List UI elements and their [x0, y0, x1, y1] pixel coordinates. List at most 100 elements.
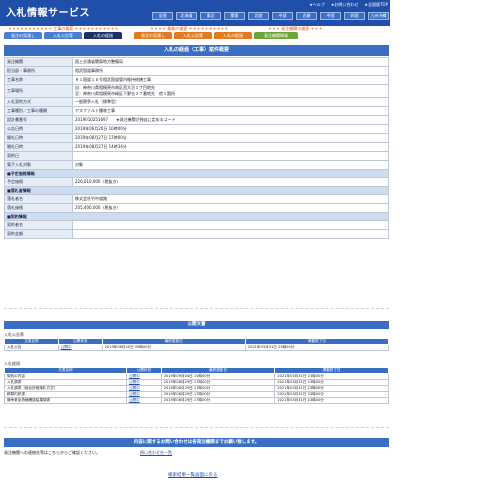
- row-value: 相武国道事務所: [72, 66, 389, 76]
- main-tabs: 発注の見通し 入札公告等 入札の経過 発注の見通し 入札公告等 入札の経過 発注機関情報: [4, 32, 298, 39]
- public-docs-title: 公開文書: [4, 321, 389, 329]
- summary-row: 開札日時 2019年08月27日 14時34分: [4, 142, 389, 152]
- summary-row: 落札者名 株式会社竹中道路: [4, 194, 389, 204]
- region-button[interactable]: 東北: [200, 12, 221, 20]
- row-value: 一般競争入札（標準型）: [72, 97, 389, 107]
- top-link[interactable]: ★全国版TOP: [364, 2, 388, 8]
- tab-3[interactable]: 入札の経過: [84, 32, 122, 39]
- summary-row: 工事名称 Ｒ１国道１６号相武国道管内維持修繕工事: [4, 75, 389, 85]
- doc-row: 入札公告 公開中 2019年06月20日 09時00分 2021年03月31日 23時…: [4, 344, 390, 351]
- row-label: 開札日時: [4, 133, 73, 143]
- row-label: 担当部・事務所: [4, 66, 73, 76]
- row-label: 契約者名: [4, 220, 73, 230]
- doc-updated: 2019年08月29日 17時00分: [160, 397, 276, 404]
- region-button[interactable]: 近畿: [296, 12, 317, 20]
- summary-row: 発注機関 国土交通省関東地方整備局: [4, 57, 389, 67]
- section-heading: ■予定価格情報: [4, 169, 389, 178]
- row-label: 工事名称: [4, 75, 73, 85]
- summary-row: 担当部・事務所 相武国道事務所: [4, 66, 389, 76]
- doc-row: 競争参加資格確認結果調書 公開中 2019年08月29日 17時00分 2021年03…: [4, 397, 389, 404]
- summary-row: 契約金額: [4, 229, 389, 239]
- row-value: 2019年08月27日 17時00分: [72, 133, 389, 143]
- section-row: ■契約情報: [4, 212, 389, 221]
- docs-table-progress: 文書名称 公開状況 最終更新日 掲載終了日 契約の内容 公開中 2019年09月04日 1…: [4, 367, 389, 404]
- row-value: [72, 220, 389, 230]
- row-value: 対象: [72, 160, 389, 170]
- summary-row: 工事種別／工事の種類 アスファルト舗装工事: [4, 106, 389, 116]
- region-button[interactable]: 北海道: [176, 12, 197, 20]
- summary-row: 契約者名: [4, 220, 389, 230]
- section-heading: ■契約情報: [4, 212, 389, 221]
- row-label: 落札者名: [4, 194, 73, 204]
- summary-row: 契約日: [4, 151, 389, 161]
- case-summary-table: 発注機関 国土交通省関東地方整備局 担当部・事務所 相武国道事務所 工事名称 Ｒ１国道１６…: [4, 57, 389, 239]
- row-value: 自：神奈川県相模原市南区西大沼１丁目地先 至：神奈川県相模原市緑区下野谷２７番地…: [72, 84, 389, 98]
- row-label: 契約日: [4, 151, 73, 161]
- doc-end: 2021年03月31日 23時00分: [244, 344, 390, 351]
- doc-name: 入札公告: [4, 344, 59, 351]
- doc-name: 競争参加資格確認結果調書: [4, 397, 127, 404]
- summary-row: 予定価格 226,010,000（税抜き）: [4, 177, 389, 187]
- summary-row: 公告日時 2019年06月20日 10時00分: [4, 124, 389, 134]
- row-label: 発注機関: [4, 57, 73, 67]
- page-title: 入札の経過（工事）案件概要: [4, 45, 389, 56]
- row-value: 226,010,000（税抜き）: [72, 177, 389, 187]
- doc-end: 2021年03月31日 23時00分: [274, 397, 389, 404]
- region-button[interactable]: 九州沖縄: [368, 12, 389, 20]
- region-button[interactable]: 関東: [224, 12, 245, 20]
- row-label: 公告日時: [4, 124, 73, 134]
- row-label: 電子入札対象: [4, 160, 73, 170]
- summary-row: 電子入札対象 対象: [4, 160, 389, 170]
- section-row: ■予定価格情報: [4, 169, 389, 178]
- row-label: 入札契約方式: [4, 97, 73, 107]
- tab-6[interactable]: 入札の経過: [214, 32, 252, 39]
- row-value: 2019年06月20日 10時00分: [72, 124, 389, 134]
- section-row: ■落札者情報: [4, 186, 389, 195]
- back-to-results-link[interactable]: 検索結果一覧画面に戻る: [168, 472, 218, 478]
- region-button[interactable]: 中国: [320, 12, 341, 20]
- region-button[interactable]: 四国: [344, 12, 365, 20]
- row-label: 工事種別／工事の種類: [4, 106, 73, 116]
- tab-5[interactable]: 入札公告等: [174, 32, 212, 39]
- row-value: 2019010251697 ★発注機関が独自に定めるコード: [72, 115, 389, 125]
- row-label: 落札価格: [4, 203, 73, 213]
- tab-4[interactable]: 発注の見通し: [134, 32, 172, 39]
- summary-row: 工事場所 自：神奈川県相模原市南区西大沼１丁目地先 至：神奈川県相模原市緑区下野谷…: [4, 84, 389, 98]
- top-link[interactable]: ★ヘルプ: [309, 2, 325, 8]
- row-label: 開札日時: [4, 142, 73, 152]
- section-heading: ■落札者情報: [4, 186, 389, 195]
- site-logo-title[interactable]: 入札情報サービス: [6, 4, 90, 19]
- row-value: 205,400,000（税抜き）: [72, 203, 389, 213]
- row-value: [72, 151, 389, 161]
- top-link[interactable]: ★お問い合わせ: [331, 2, 359, 8]
- row-label: 契約金額: [4, 229, 73, 239]
- summary-row: 入札契約方式 一般競争入札（標準型）: [4, 97, 389, 107]
- tab-1[interactable]: 発注の見通し: [4, 32, 42, 39]
- doc-updated: 2019年06月20日 09時00分: [101, 344, 246, 351]
- tab-7[interactable]: 発注機関情報: [254, 32, 298, 39]
- region-nav: 全国 北海道 東北 関東 北陸 中部 近畿 中国 四国 九州沖縄: [152, 12, 389, 20]
- docs-table-announcement: 文書名称 公開状況 最終更新日 掲載終了日 入札公告 公開中 2019年06月20日 09…: [4, 338, 390, 351]
- region-button[interactable]: 北陸: [248, 12, 269, 20]
- row-label: 予定価格: [4, 177, 73, 187]
- row-label: 工事場所: [4, 84, 73, 98]
- summary-row: 設計書番号 2019010251697 ★発注機関が独自に定めるコード: [4, 115, 389, 125]
- region-button[interactable]: 全国: [152, 12, 173, 20]
- summary-row: 開札日時 2019年08月27日 17時00分: [4, 133, 389, 143]
- region-button[interactable]: 中部: [272, 12, 293, 20]
- row-value: 2019年08月27日 14時34分: [72, 142, 389, 152]
- summary-row: 落札価格 205,400,000（税抜き）: [4, 203, 389, 213]
- row-value: 株式会社竹中道路: [72, 194, 389, 204]
- top-links: ★ヘルプ ★お問い合わせ ★全国版TOP: [309, 2, 388, 8]
- contact-list-link[interactable]: 問い合わせ先一覧: [140, 450, 172, 456]
- inquiry-notice: 内容に関するお問い合わせは各発注機関までお願い致します。: [4, 438, 389, 447]
- row-label: 設計書番号: [4, 115, 73, 125]
- row-value: Ｒ１国道１６号相武国道管内維持修繕工事: [72, 75, 389, 85]
- doc-status-link[interactable]: 公開中: [125, 397, 162, 404]
- tab-2[interactable]: 入札公告等: [44, 32, 82, 39]
- row-value: [72, 229, 389, 239]
- doc-status-link[interactable]: 公開中: [57, 344, 103, 351]
- divider: [4, 427, 389, 428]
- divider: [4, 308, 389, 309]
- contact-text: 発注機関への連絡先等はこちらからご確認ください。: [4, 450, 100, 455]
